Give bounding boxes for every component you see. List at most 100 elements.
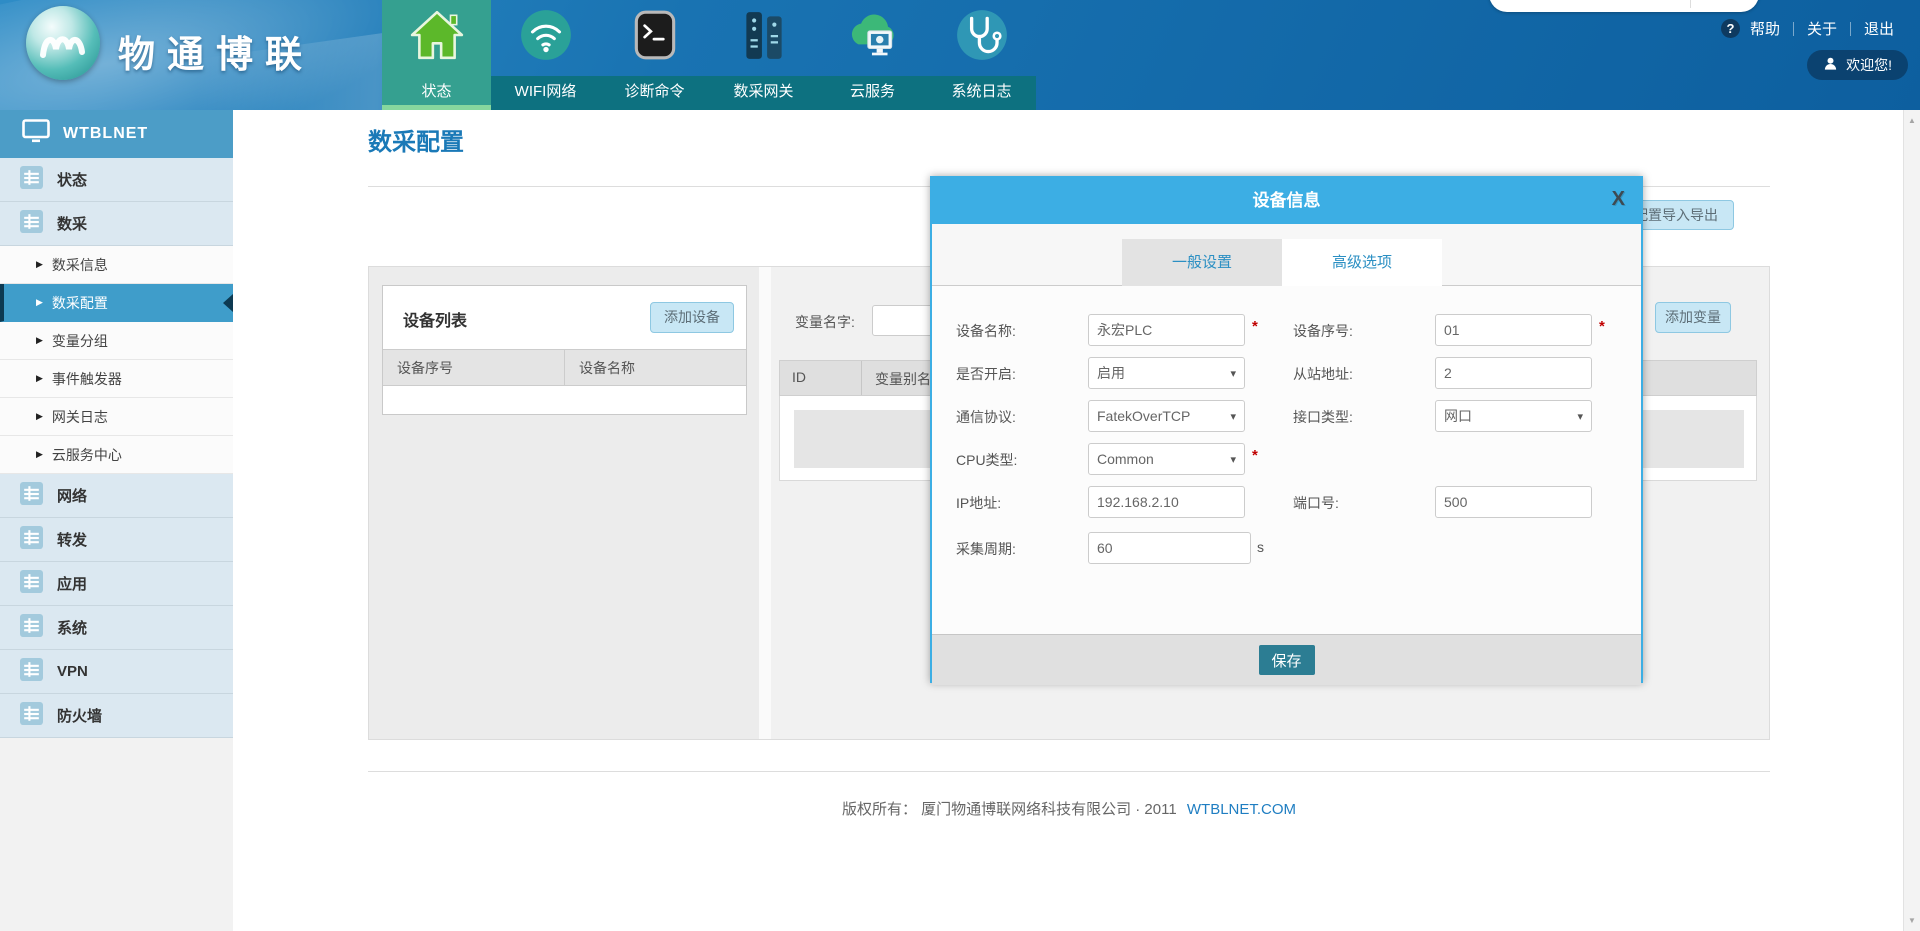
sidebar-item-status[interactable]: 状态 [0, 158, 233, 202]
chevron-down-icon: ▾ [1230, 367, 1236, 380]
tab-general-settings[interactable]: 一般设置 [1122, 239, 1282, 286]
cpu-type-select[interactable]: Common ▾ [1088, 443, 1245, 475]
tab-advanced-options[interactable]: 高级选项 [1282, 239, 1442, 286]
protocol-select[interactable]: FatekOverTCP ▾ [1088, 400, 1245, 432]
cloud-icon [845, 7, 901, 63]
nav-label: 数采网关 [709, 76, 818, 110]
device-serial-label: 设备序号: [1293, 321, 1353, 341]
nav-item-status[interactable]: 状态 [382, 0, 491, 110]
sidebar-item-cloud-center[interactable]: ▶ 云服务中心 [0, 436, 233, 474]
sidebar-item-label: 变量分组 [52, 331, 108, 351]
copyright-text: 版权所有： 厦门物通博联网络科技有限公司 · 2011 [842, 801, 1177, 818]
arrow-right-icon: ▶ [36, 373, 43, 384]
sidebar-item-label: 数采 [57, 213, 87, 234]
sidebar-item-label: 网关日志 [52, 407, 108, 427]
sidebar-item-label: 数采配置 [52, 293, 108, 313]
panel-gap [759, 267, 771, 739]
grid-icon [20, 614, 43, 642]
grid-icon [20, 702, 43, 730]
gateway-icon [736, 7, 792, 63]
arrow-right-icon: ▶ [36, 259, 43, 270]
monitor-icon [22, 119, 50, 149]
nav-label: 状态 [382, 76, 491, 110]
header-search-box[interactable] [1489, 0, 1759, 12]
nav-item-cloud[interactable]: 云服务 [818, 0, 927, 110]
sidebar-item-app[interactable]: 应用 [0, 562, 233, 606]
enabled-select[interactable]: 启用 ▾ [1088, 357, 1245, 389]
sidebar-item-system[interactable]: 系统 [0, 606, 233, 650]
interface-type-select[interactable]: 网口 ▾ [1435, 400, 1592, 432]
wtblnet-link[interactable]: WTBLNET.COM [1187, 801, 1296, 818]
grid-icon [20, 210, 43, 238]
nav-label: 系统日志 [927, 76, 1036, 110]
logo-text: 物通博联 [118, 24, 314, 78]
sidebar-item-network[interactable]: 网络 [0, 474, 233, 518]
welcome-text: 欢迎您! [1846, 55, 1892, 75]
sidebar-item-shucai-config[interactable]: ▶ 数采配置 [0, 284, 233, 322]
sidebar: WTBLNET 状态 数采 ▶ 数采信息 ▶ 数采配置 ▶ 变量分组 ▶ 事件触… [0, 110, 233, 931]
nav-label: WIFI网络 [491, 76, 600, 110]
sidebar-item-shucai[interactable]: 数采 [0, 202, 233, 246]
stethoscope-icon [954, 7, 1010, 63]
nav-item-diagnostics[interactable]: 诊断命令 [600, 0, 709, 110]
device-name-field[interactable] [1088, 314, 1245, 346]
grid-icon [20, 570, 43, 598]
sidebar-item-shucai-info[interactable]: ▶ 数采信息 [0, 246, 233, 284]
cpu-type-label: CPU类型: [956, 450, 1017, 470]
required-marker: * [1252, 447, 1258, 464]
device-serial-field[interactable] [1435, 314, 1592, 346]
nav-item-wifi[interactable]: WIFI网络 [491, 0, 600, 110]
sidebar-item-vpn[interactable]: VPN [0, 650, 233, 694]
page-title: 数采配置 [368, 122, 464, 157]
device-info-dialog: 设备信息 X 一般设置 高级选项 设备名称: * 设备序号: * 是否开启: 启… [930, 176, 1643, 683]
interface-type-value: 网口 [1444, 406, 1472, 426]
nav-item-gateway[interactable]: 数采网关 [709, 0, 818, 110]
sidebar-item-gateway-log[interactable]: ▶ 网关日志 [0, 398, 233, 436]
terminal-icon [627, 7, 683, 63]
required-marker: * [1599, 318, 1605, 335]
sidebar-header: WTBLNET [0, 110, 233, 158]
sidebar-item-label: 事件触发器 [52, 369, 122, 389]
ip-address-field[interactable] [1088, 486, 1245, 518]
help-link[interactable]: 帮助 [1746, 18, 1784, 39]
logout-link[interactable]: 退出 [1860, 18, 1898, 39]
welcome-pill[interactable]: 欢迎您! [1807, 50, 1908, 80]
protocol-value: FatekOverTCP [1097, 408, 1190, 424]
sidebar-item-variable-group[interactable]: ▶ 变量分组 [0, 322, 233, 360]
nav-item-syslog[interactable]: 系统日志 [927, 0, 1036, 110]
port-label: 端口号: [1293, 493, 1339, 513]
scroll-up-icon[interactable]: ▲ [1904, 116, 1920, 125]
sidebar-item-firewall[interactable]: 防火墙 [0, 694, 233, 738]
slave-address-field[interactable] [1435, 357, 1592, 389]
add-device-button[interactable]: 添加设备 [650, 302, 734, 333]
enabled-label: 是否开启: [956, 364, 1016, 384]
chevron-down-icon: ▾ [1577, 410, 1583, 423]
home-icon [409, 7, 465, 63]
page-scrollbar[interactable]: ▲ ▼ [1903, 110, 1920, 931]
header-search-input[interactable] [1503, 0, 1683, 10]
slave-address-label: 从站地址: [1293, 364, 1353, 384]
column-alias: 变量别名 [875, 369, 931, 389]
close-icon[interactable]: X [1612, 188, 1625, 211]
poll-period-label: 采集周期: [956, 539, 1016, 559]
poll-period-field[interactable] [1088, 532, 1251, 564]
column-device-name: 设备名称 [565, 350, 746, 385]
port-field[interactable] [1435, 486, 1592, 518]
about-link[interactable]: 关于 [1803, 18, 1841, 39]
add-variable-button[interactable]: 添加变量 [1655, 302, 1731, 333]
save-button[interactable]: 保存 [1259, 645, 1315, 675]
app-root: 物通博联 状态 [0, 0, 1920, 931]
cpu-type-value: Common [1097, 451, 1154, 467]
dialog-tabs: 一般设置 高级选项 [932, 224, 1641, 286]
sidebar-item-label: 转发 [57, 529, 87, 550]
device-list-title: 设备列表 [403, 307, 467, 331]
protocol-label: 通信协议: [956, 407, 1016, 427]
sidebar-item-label: 云服务中心 [52, 445, 122, 465]
device-list-header: 设备列表 添加设备 [383, 286, 746, 349]
sidebar-item-forward[interactable]: 转发 [0, 518, 233, 562]
enabled-value: 启用 [1097, 363, 1125, 383]
sidebar-item-event-trigger[interactable]: ▶ 事件触发器 [0, 360, 233, 398]
link-separator [1850, 22, 1851, 36]
scroll-down-icon[interactable]: ▼ [1904, 916, 1920, 925]
arrow-right-icon: ▶ [36, 449, 43, 460]
